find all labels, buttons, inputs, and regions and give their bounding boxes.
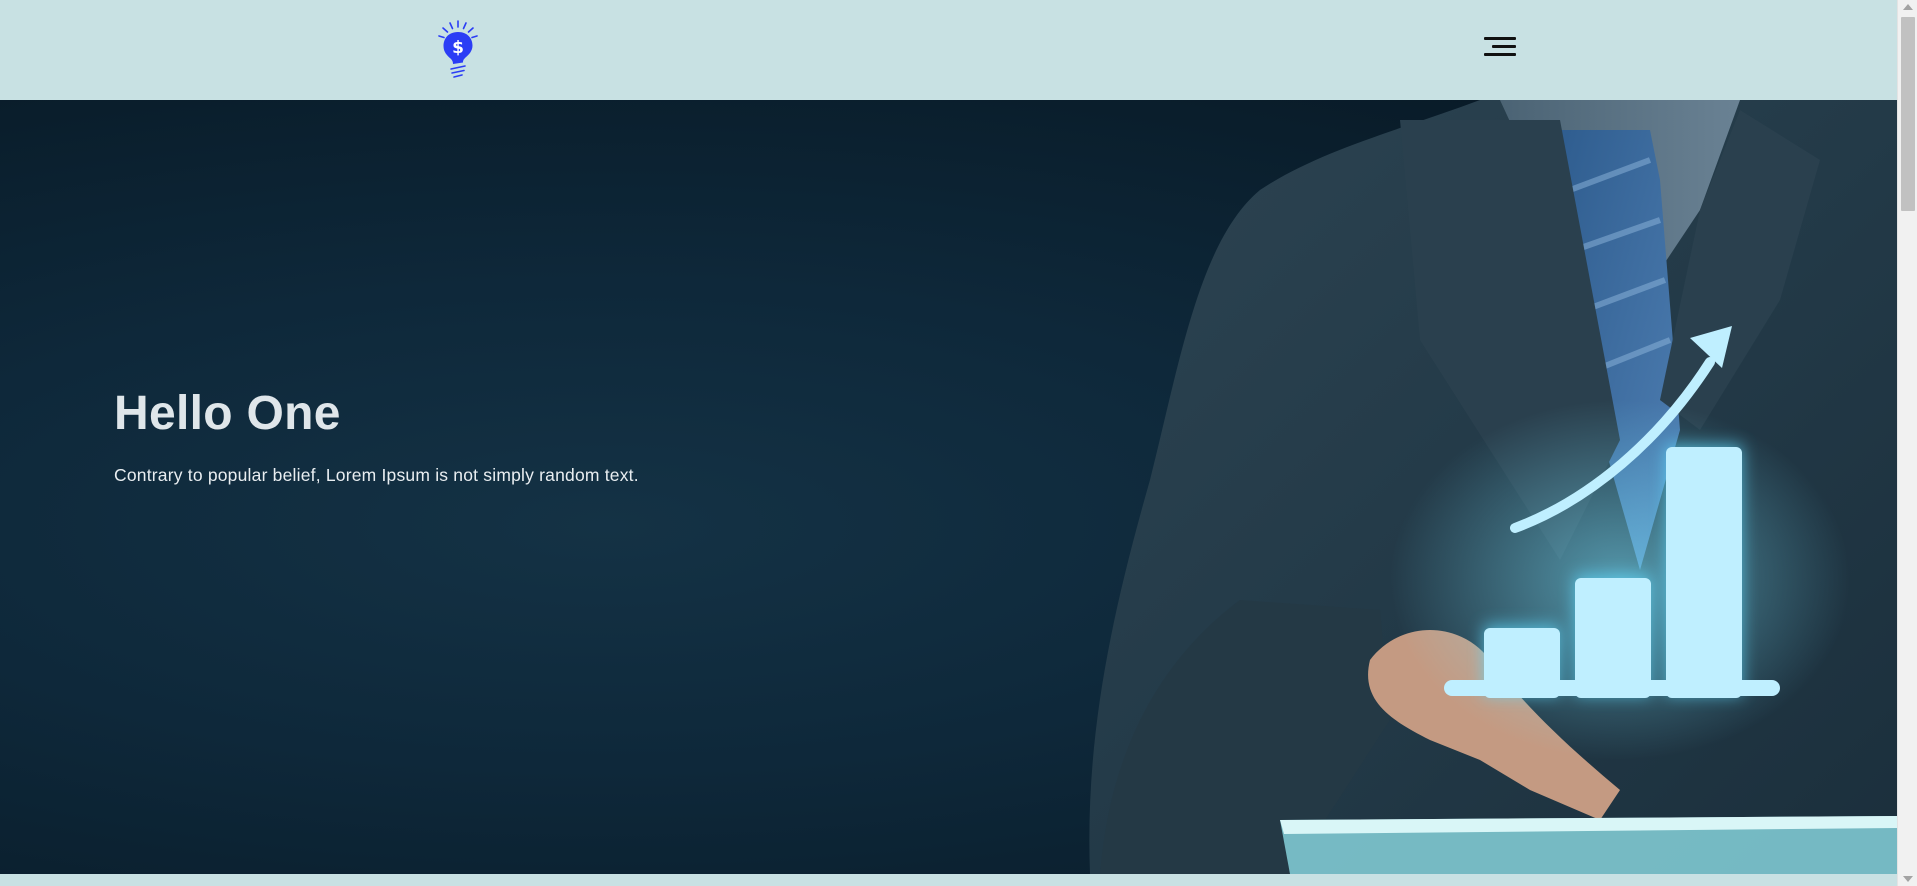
- site-header: $: [0, 0, 1897, 100]
- svg-text:$: $: [452, 38, 464, 58]
- hero-title: Hello One: [114, 387, 341, 440]
- hero-banner: Hello One Contrary to popular belief, Lo…: [0, 100, 1897, 874]
- menu-line: [1484, 53, 1516, 56]
- next-section-edge: [0, 874, 1897, 886]
- menu-line: [1492, 45, 1516, 48]
- page: $ Hello One Contrary to popular belief, …: [0, 0, 1897, 886]
- menu-line: [1484, 37, 1516, 40]
- scroll-thumb[interactable]: [1901, 17, 1915, 211]
- logo-link[interactable]: $: [432, 20, 484, 80]
- lightbulb-dollar-icon: $: [438, 20, 478, 78]
- hero-subtitle: Contrary to popular belief, Lorem Ipsum …: [114, 465, 639, 485]
- hero-image: [1089, 100, 1897, 874]
- scroll-up-arrow-icon[interactable]: [1903, 4, 1913, 10]
- scroll-down-arrow-icon[interactable]: [1903, 876, 1913, 882]
- hamburger-menu-button[interactable]: [1484, 34, 1518, 60]
- page-scrollbar[interactable]: [1897, 0, 1917, 886]
